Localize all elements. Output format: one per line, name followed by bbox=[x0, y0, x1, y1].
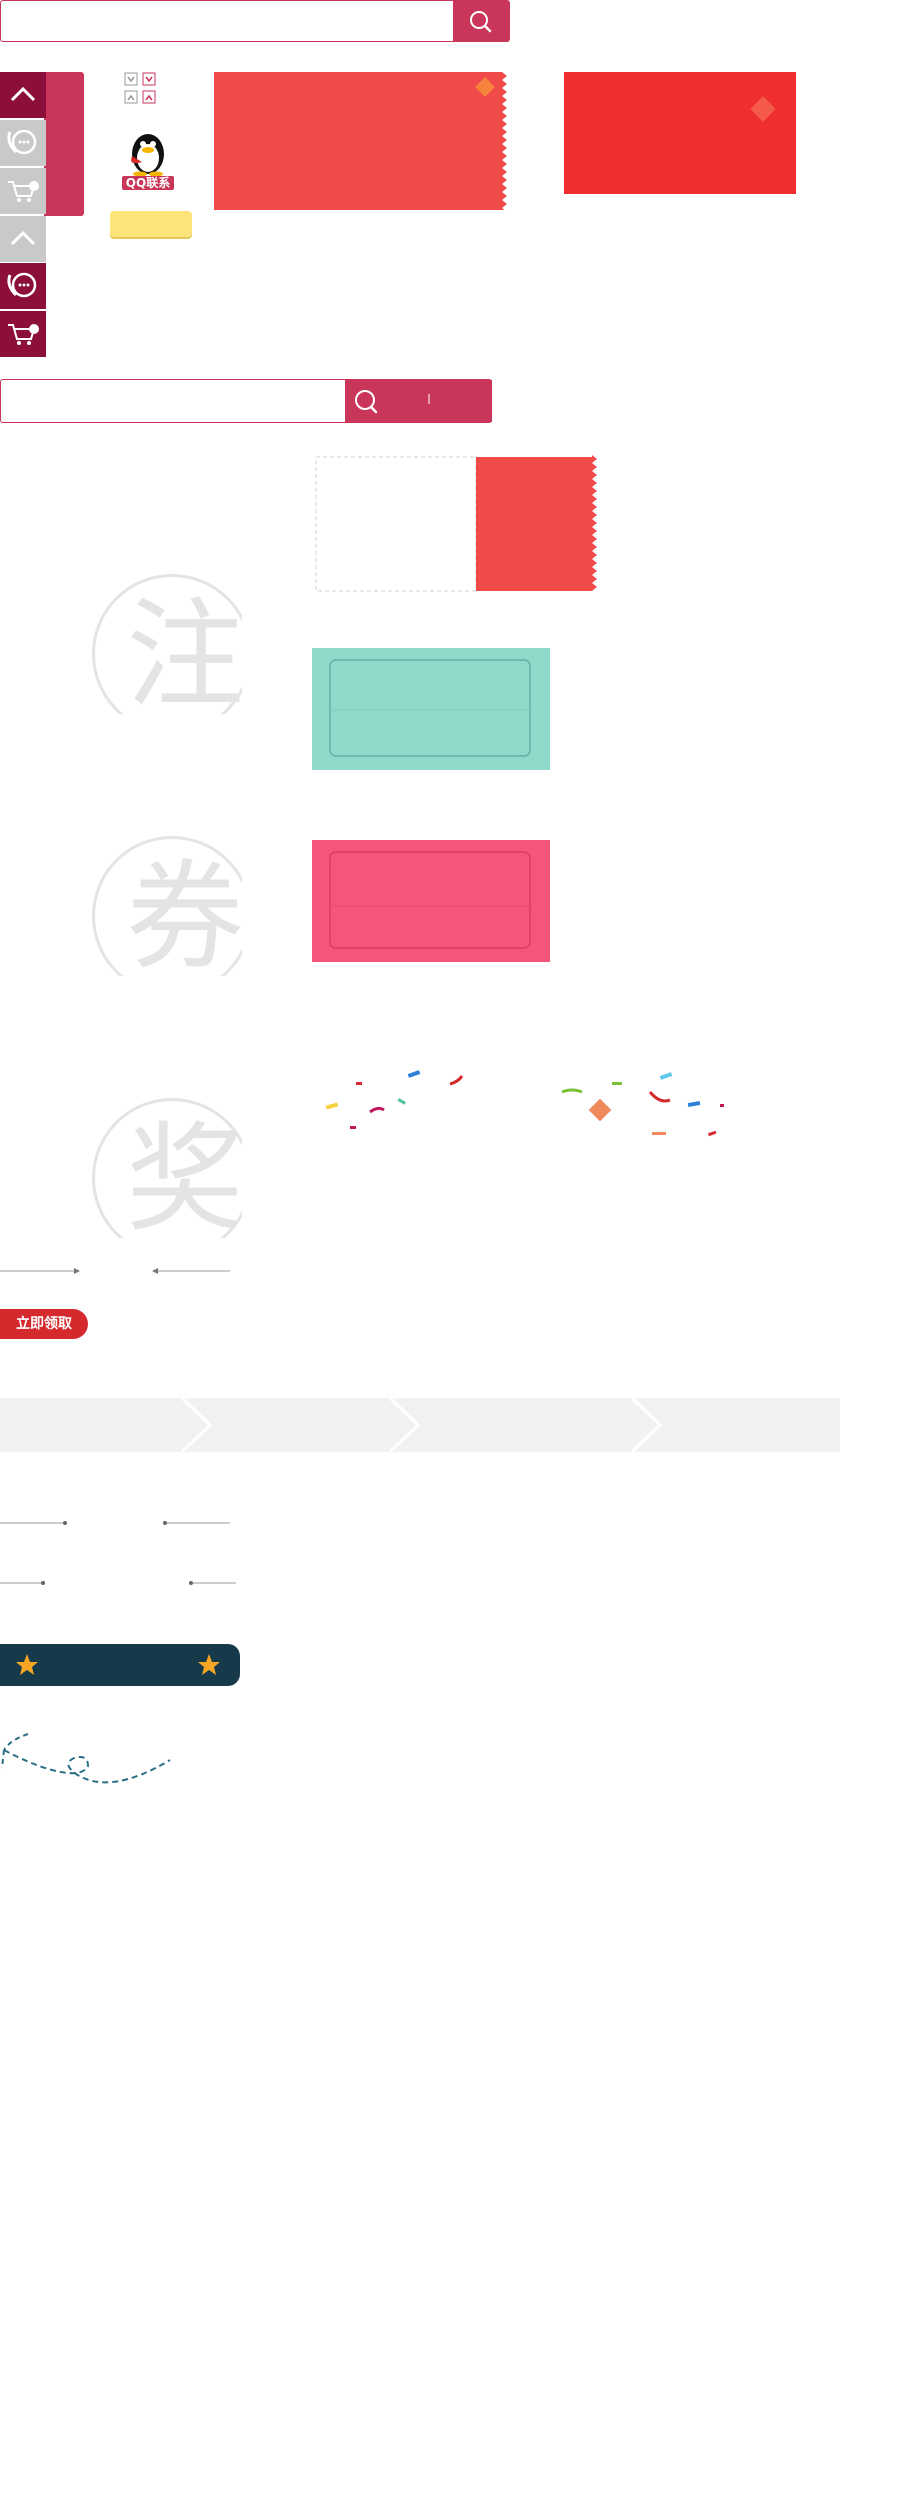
confetti-icon bbox=[325, 1070, 724, 1137]
qq-penguin-icon bbox=[131, 134, 164, 177]
dashed-path-icon bbox=[1, 1733, 171, 1784]
contact-button-dark[interactable] bbox=[0, 263, 46, 309]
search-icon bbox=[355, 390, 430, 414]
phone-chat-icon bbox=[7, 272, 37, 298]
yellow-button[interactable] bbox=[110, 211, 192, 237]
star-icon bbox=[16, 1654, 38, 1675]
steps-dividers bbox=[180, 1396, 663, 1454]
navy-banner bbox=[0, 1644, 240, 1686]
sidebar-tab[interactable] bbox=[44, 72, 84, 216]
coupon-teal bbox=[312, 648, 550, 770]
coupon-bright-red bbox=[564, 72, 796, 194]
cart-button-light[interactable] bbox=[0, 168, 46, 214]
chevron-down-icon bbox=[124, 72, 156, 86]
search-input-top[interactable] bbox=[7, 7, 441, 37]
contact-button-light[interactable] bbox=[0, 120, 46, 166]
line-ornament-2 bbox=[0, 1581, 236, 1585]
watermark-char: 奖 bbox=[126, 1110, 242, 1238]
search-bar-bottom bbox=[0, 379, 492, 423]
cart-icon bbox=[8, 181, 39, 202]
search-input-bottom[interactable] bbox=[7, 387, 331, 417]
watermark-quan: 券 bbox=[92, 836, 242, 976]
claim-button[interactable]: 立即领取 bbox=[0, 1309, 88, 1339]
watermark-jiang: 奖 bbox=[92, 1098, 242, 1238]
coupon-split bbox=[315, 455, 597, 592]
arrow-toggles[interactable] bbox=[124, 72, 158, 106]
watermark-zhu: 注 bbox=[92, 574, 242, 714]
search-icon bbox=[470, 11, 492, 33]
line-ornament-1 bbox=[0, 1521, 230, 1525]
star-icon bbox=[198, 1654, 220, 1675]
chevron-up-icon bbox=[10, 230, 36, 246]
back-to-top-button-light[interactable] bbox=[0, 216, 46, 262]
coupon-red-large bbox=[214, 72, 507, 210]
chevron-up-icon bbox=[10, 86, 36, 102]
search-button-bottom[interactable] bbox=[345, 380, 492, 422]
watermark-char: 注 bbox=[126, 586, 242, 714]
cart-icon bbox=[8, 324, 39, 345]
watermark-char: 券 bbox=[126, 848, 242, 976]
coupon-pink bbox=[312, 840, 550, 962]
arrow-lines bbox=[0, 1268, 230, 1274]
qq-contact[interactable]: QQ联系 bbox=[118, 128, 178, 190]
search-button-top[interactable] bbox=[453, 1, 509, 41]
back-to-top-button[interactable] bbox=[0, 72, 46, 118]
qq-label: QQ联系 bbox=[121, 176, 175, 190]
chevron-up-icon bbox=[124, 90, 156, 104]
search-bar-top bbox=[0, 0, 510, 42]
phone-chat-icon bbox=[7, 129, 37, 155]
steps-bar bbox=[0, 1396, 840, 1454]
cart-button-dark[interactable] bbox=[0, 311, 46, 357]
